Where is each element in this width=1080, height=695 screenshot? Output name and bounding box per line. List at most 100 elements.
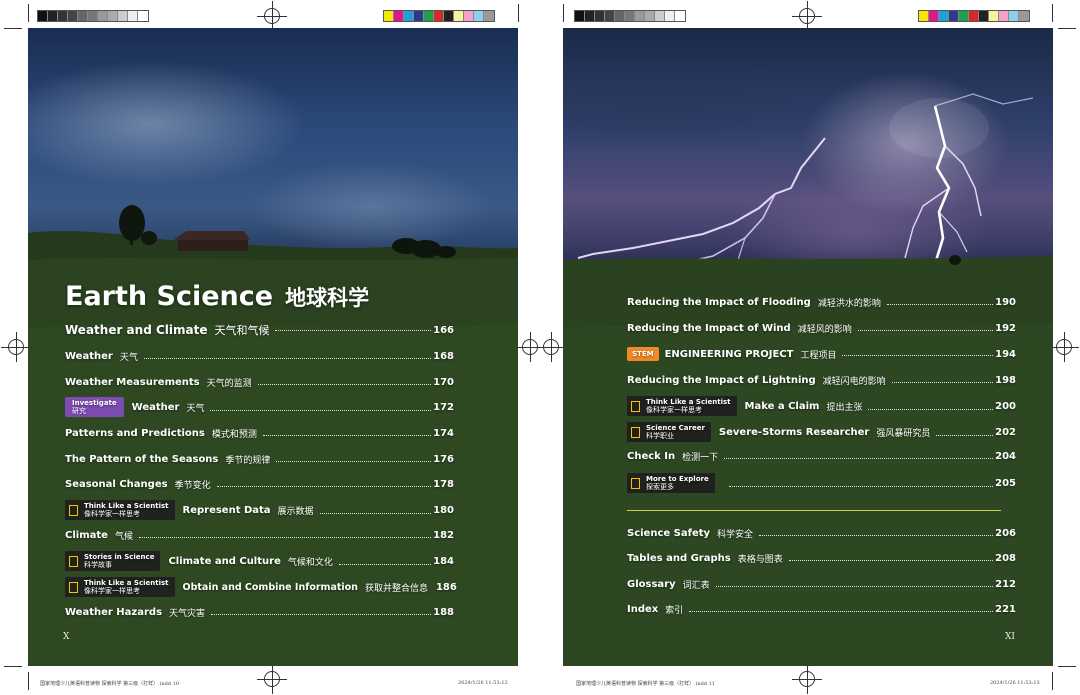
think-like-a-scientist-tag: Think Like a Scientist 像科学家一样思考	[65, 500, 175, 520]
toc-entry-title: Weather and Climate	[65, 323, 208, 337]
crop-mark	[518, 4, 519, 22]
stories-in-science-tag: Stories in Science 科学故事	[65, 551, 161, 571]
dot-leader	[211, 606, 432, 615]
toc-page-number: 176	[433, 454, 454, 465]
toc-entry[interactable]: Think Like a Scientist 像科学家一样思考 Obtain a…	[65, 576, 457, 598]
crop-mark	[1058, 666, 1076, 667]
toc-page-number: 166	[433, 324, 454, 336]
toc-entry[interactable]: Weather Measurements 天气的监测 170	[65, 376, 454, 389]
slug-file-left: 国家地理少儿英语科普读物 探索科学 第三级（打样）.indd 10	[40, 681, 179, 687]
toc-entry-title: Climate and Culture	[168, 555, 281, 567]
toc-entry[interactable]: Check In 检测一下 204	[627, 450, 1016, 463]
toc-entry[interactable]: Glossary 词汇表 212	[627, 578, 1016, 591]
slug-file-right: 国家地理少儿英语科普读物 探索科学 第三级（打样）.indd 11	[576, 681, 715, 687]
toc-entry-title-zh: 提出主张	[826, 402, 863, 413]
toc-page-number: 205	[995, 477, 1016, 489]
dot-leader	[788, 552, 994, 561]
crop-mark	[1052, 672, 1053, 690]
dot-leader	[276, 453, 432, 462]
toc-page-number: 190	[995, 297, 1016, 308]
think-like-a-scientist-tag: Think Like a Scientist 像科学家一样思考	[65, 577, 175, 597]
tag-label: Think Like a Scientist	[646, 398, 731, 406]
toc-entry[interactable]: Weather 天气 168	[65, 350, 454, 363]
registration-mark-top-left	[257, 1, 287, 31]
toc-entry[interactable]: The Pattern of the Seasons 季节的规律 176	[65, 453, 454, 466]
toc-entry[interactable]: Weather and Climate 天气和气候 166	[65, 322, 454, 338]
toc-entry-title-zh: 天气	[119, 353, 138, 363]
toc-entry[interactable]: STEM ENGINEERING PROJECT 工程项目 194	[627, 347, 1016, 361]
toc-entry-title: Check In	[627, 451, 676, 462]
toc-entry[interactable]: Patterns and Predictions 模式和预测 174	[65, 427, 454, 440]
toc-entry[interactable]: Reducing the Impact of Lightning 减轻闪电的影响…	[627, 374, 1016, 387]
toc-entry[interactable]: Reducing the Impact of Flooding 减轻洪水的影响 …	[627, 296, 1016, 309]
toc-page-number: 168	[433, 351, 454, 362]
registration-mark-bottom-right	[792, 664, 822, 694]
tag-label-zh: 像科学家一样思考	[84, 587, 140, 595]
dot-leader	[936, 427, 994, 436]
toc-entry[interactable]: Science Career 科学职业 Severe-Storms Resear…	[627, 421, 1016, 443]
toc-page-number: 174	[433, 428, 454, 439]
toc-entry-title: Glossary	[627, 579, 676, 590]
registration-mark-side-right	[1049, 332, 1079, 362]
toc-entry-title: Obtain and Combine Information	[182, 581, 358, 593]
dot-leader	[689, 603, 994, 612]
grayscale-bar-left	[37, 10, 149, 22]
dot-leader	[210, 402, 432, 411]
toc-entry[interactable]: Index 索引 221	[627, 603, 1016, 616]
color-bar-right	[918, 10, 1030, 22]
slug-date-right: 2024/1/26 11:53:13	[990, 680, 1040, 686]
toc-entry-title: Weather	[131, 401, 180, 413]
tag-label-zh: 研究	[72, 407, 86, 415]
page-folio: X	[63, 632, 70, 642]
toc-page-number: 204	[995, 451, 1016, 462]
tag-label: Think Like a Scientist	[84, 579, 169, 587]
toc-entry-title-zh: 展示数据	[277, 506, 314, 517]
toc-entry-title-zh: 减轻洪水的影响	[817, 299, 881, 309]
grayscale-bar-right	[574, 10, 686, 22]
toc-entry-title-zh: 季节的规律	[225, 456, 271, 466]
toc-entry-title: Weather Hazards	[65, 607, 163, 618]
toc-page-number: 208	[995, 553, 1016, 564]
toc-entry-title: ENGINEERING PROJECT	[664, 348, 794, 360]
toc-entry[interactable]: Weather Hazards 天气灾害 188	[65, 606, 454, 619]
toc-entry[interactable]: Investigate 研究 Weather 天气 172	[65, 396, 454, 418]
toc-entry-title-zh: 检测一下	[682, 453, 719, 463]
toc-entry-title: Reducing the Impact of Wind	[627, 323, 791, 334]
dot-leader	[724, 450, 994, 459]
toc-page-number: 186	[435, 581, 457, 593]
dot-leader	[728, 478, 994, 487]
toc-page-number: 221	[995, 604, 1016, 615]
toc-entry[interactable]: Climate 气候 182	[65, 529, 454, 542]
toc-entry-title-zh: 词汇表	[682, 581, 710, 591]
toc-entry-title-zh: 天气和气候	[214, 324, 270, 337]
toc-entry-title-zh: 模式和预测	[211, 430, 257, 440]
section-title-zh: 地球科学	[285, 286, 370, 310]
toc-entry[interactable]: Stories in Science 科学故事 Climate and Cult…	[65, 550, 454, 572]
toc-entry[interactable]: Think Like a Scientist 像科学家一样思考 Make a C…	[627, 395, 1016, 417]
toc-entry-title: Weather Measurements	[65, 377, 200, 388]
toc-entry-title: Climate	[65, 530, 108, 541]
toc-entry-title-zh: 季节变化	[174, 481, 211, 491]
toc-entry[interactable]: Tables and Graphs 表格与图表 208	[627, 552, 1016, 565]
feature-icon	[631, 426, 640, 438]
toc-entry[interactable]: More to Explore 探索更多 205	[627, 472, 1016, 494]
crop-mark	[28, 4, 29, 22]
toc-entry[interactable]: Think Like a Scientist 像科学家一样思考 Represen…	[65, 499, 454, 521]
science-career-tag: Science Career 科学职业	[627, 422, 711, 442]
crop-mark	[4, 28, 22, 29]
toc-entry-title: Weather	[65, 351, 113, 362]
toc-entry[interactable]: Seasonal Changes 季节变化 178	[65, 478, 454, 491]
dot-leader	[886, 296, 994, 305]
tag-label-zh: 科学故事	[84, 561, 112, 569]
toc-page-number: 180	[433, 504, 454, 516]
toc-entry-title-zh: 减轻风的影响	[797, 325, 852, 335]
more-to-explore-tag: More to Explore 探索更多	[627, 473, 715, 493]
dot-leader	[868, 401, 994, 410]
toc-page-number: 194	[995, 348, 1016, 360]
dot-leader	[891, 374, 994, 383]
investigate-tag: Investigate 研究	[65, 397, 124, 417]
toc-entry[interactable]: Reducing the Impact of Wind 减轻风的影响 192	[627, 322, 1016, 335]
toc-entry[interactable]: Science Safety 科学安全 206	[627, 527, 1016, 540]
dot-leader	[319, 505, 432, 514]
toc-entry-title: Reducing the Impact of Flooding	[627, 297, 811, 308]
